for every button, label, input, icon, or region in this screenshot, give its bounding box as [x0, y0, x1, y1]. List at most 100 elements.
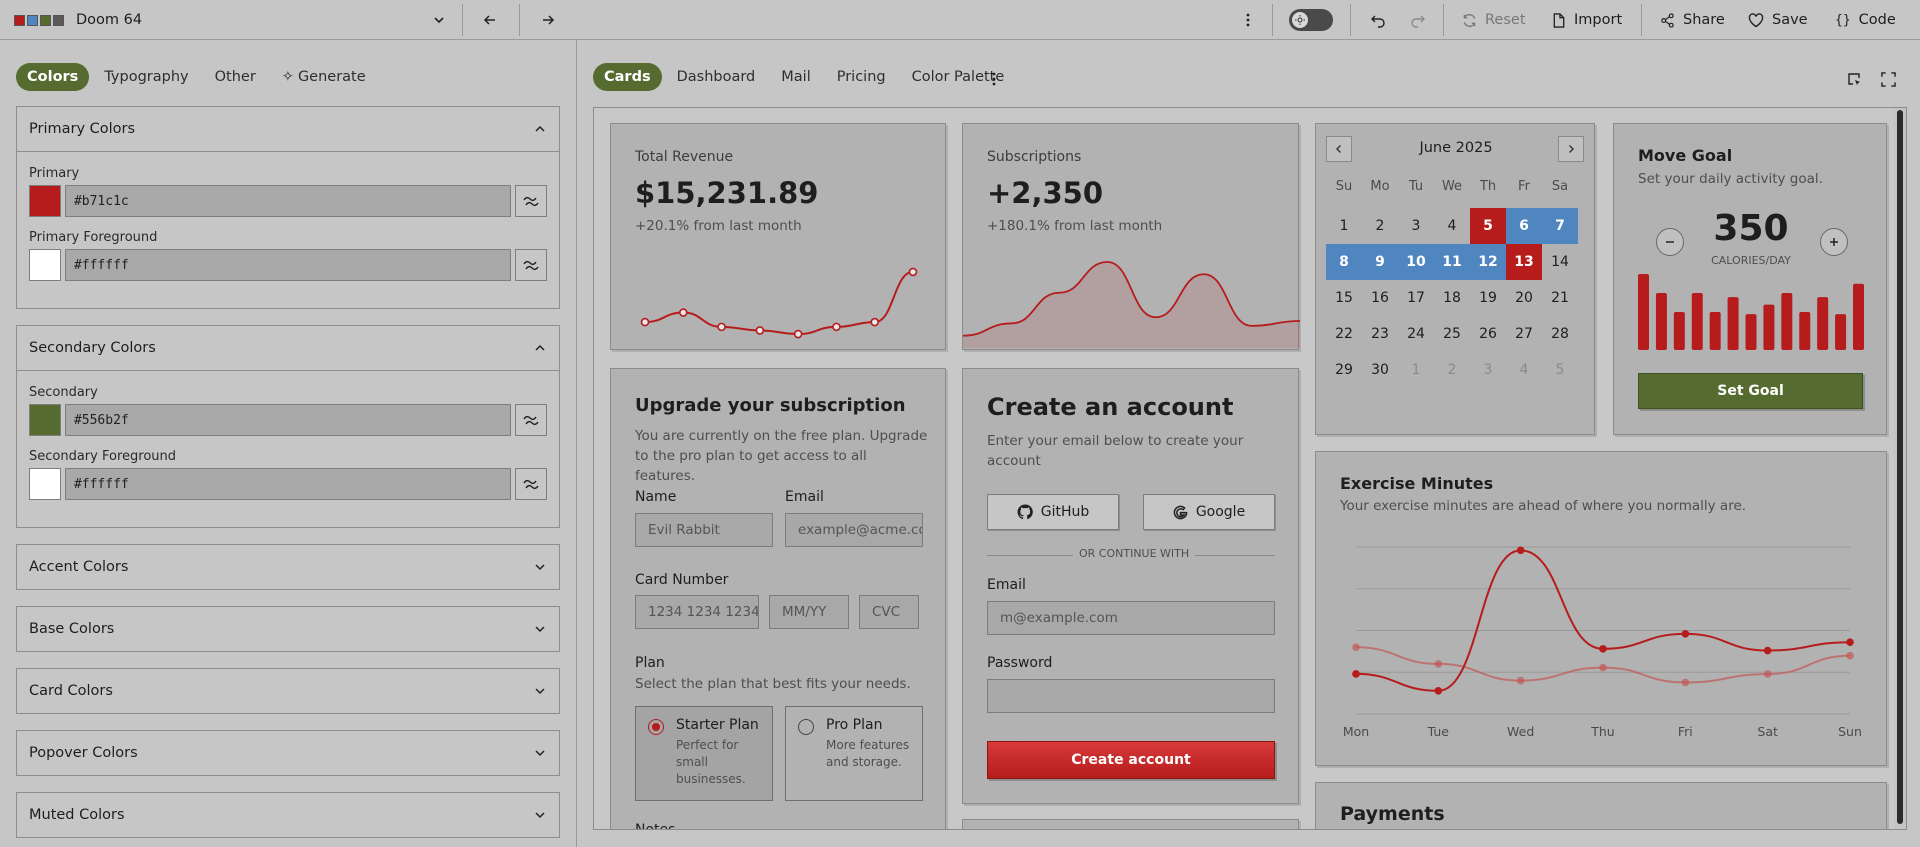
- calendar-day[interactable]: 12: [1470, 244, 1506, 280]
- decrease-goal-button[interactable]: [1656, 228, 1684, 256]
- calendar-day[interactable]: 3: [1398, 208, 1434, 244]
- create-account-button[interactable]: Create account: [987, 741, 1275, 779]
- fullscreen-button[interactable]: [1876, 68, 1900, 90]
- calendar-day[interactable]: 9: [1362, 244, 1398, 280]
- hex-input[interactable]: #556b2f: [64, 404, 512, 436]
- theme-mode-toggle[interactable]: [1289, 9, 1333, 31]
- tailwind-color-button[interactable]: [515, 404, 547, 436]
- theme-selector[interactable]: Doom 64: [14, 0, 446, 40]
- calendar-day[interactable]: 13: [1506, 244, 1542, 280]
- import-button[interactable]: Import: [1552, 0, 1622, 40]
- calendar-day[interactable]: 16: [1362, 280, 1398, 316]
- preview-more-button[interactable]: [984, 68, 1004, 90]
- editor-tab-colors[interactable]: Colors: [16, 63, 90, 91]
- calendar-grid: Su Mo Tu We Th Fr Sa 1 2 3 4 5 6 7 8 9 10 11 12 13 14 15 16 17 1…: [1326, 172, 1578, 388]
- preview-tab-mail[interactable]: Mail: [770, 63, 821, 91]
- forward-button[interactable]: [532, 4, 564, 36]
- calendar-day[interactable]: 20: [1506, 280, 1542, 316]
- calendar-day[interactable]: 4: [1506, 352, 1542, 388]
- color-field-row: #ffffff: [29, 248, 547, 282]
- color-swatch[interactable]: [29, 249, 61, 281]
- calendar-day[interactable]: 7: [1542, 208, 1578, 244]
- calendar-day[interactable]: 4: [1434, 208, 1470, 244]
- calendar-day[interactable]: 23: [1362, 316, 1398, 352]
- cvc-input[interactable]: CVC: [859, 595, 919, 629]
- preview-tabs: Cards Dashboard Mail Pricing Color Palette: [593, 63, 1015, 91]
- color-swatch[interactable]: [29, 468, 61, 500]
- calendar-day[interactable]: 1: [1326, 208, 1362, 244]
- radio-button[interactable]: [648, 719, 664, 735]
- calendar-day[interactable]: 10: [1398, 244, 1434, 280]
- calendar-day[interactable]: 30: [1362, 352, 1398, 388]
- set-goal-button[interactable]: Set Goal: [1638, 373, 1863, 409]
- section-header[interactable]: Muted Colors: [17, 793, 559, 837]
- section-header[interactable]: Accent Colors: [17, 545, 559, 589]
- secondary-colors-header[interactable]: Secondary Colors: [17, 326, 559, 370]
- tailwind-color-button[interactable]: [515, 468, 547, 500]
- calendar-day[interactable]: 25: [1434, 316, 1470, 352]
- calendar-day[interactable]: 29: [1326, 352, 1362, 388]
- inspect-button[interactable]: [1842, 68, 1866, 90]
- name-input[interactable]: Evil Rabbit: [635, 513, 773, 547]
- next-month-button[interactable]: [1558, 136, 1584, 162]
- calendar-day[interactable]: 17: [1398, 280, 1434, 316]
- calendar-day[interactable]: 5: [1542, 352, 1578, 388]
- calendar-day[interactable]: 5: [1470, 208, 1506, 244]
- hex-input[interactable]: #b71c1c: [64, 185, 512, 217]
- scrollbar-thumb[interactable]: [1897, 110, 1903, 824]
- code-button[interactable]: {} Code: [1835, 0, 1896, 40]
- calendar-day[interactable]: 18: [1434, 280, 1470, 316]
- email-input[interactable]: example@acme.com: [785, 513, 923, 547]
- password-input[interactable]: [987, 679, 1275, 713]
- account-email-input[interactable]: m@example.com: [987, 601, 1275, 635]
- save-button[interactable]: Save: [1748, 0, 1808, 40]
- editor-tab-other[interactable]: Other: [204, 63, 267, 91]
- tailwind-color-button[interactable]: [515, 185, 547, 217]
- reset-button[interactable]: Reset: [1462, 0, 1526, 40]
- redo-button[interactable]: [1404, 4, 1432, 36]
- calendar-day[interactable]: 6: [1506, 208, 1542, 244]
- calendar-day[interactable]: 2: [1434, 352, 1470, 388]
- calendar-day[interactable]: 14: [1542, 244, 1578, 280]
- calendar-day[interactable]: 24: [1398, 316, 1434, 352]
- tailwind-color-button[interactable]: [515, 249, 547, 281]
- calendar-day[interactable]: 1: [1398, 352, 1434, 388]
- section-header[interactable]: Base Colors: [17, 607, 559, 651]
- increase-goal-button[interactable]: [1820, 228, 1848, 256]
- calendar-day[interactable]: 2: [1362, 208, 1398, 244]
- undo-button[interactable]: [1364, 4, 1392, 36]
- plan-option-pro-plan[interactable]: Pro Plan More features and storage.: [785, 706, 923, 801]
- calendar-day[interactable]: 15: [1326, 280, 1362, 316]
- calendar-day[interactable]: 28: [1542, 316, 1578, 352]
- share-button[interactable]: Share: [1660, 0, 1725, 40]
- calendar-day[interactable]: 27: [1506, 316, 1542, 352]
- calendar-day[interactable]: 11: [1434, 244, 1470, 280]
- calendar-day[interactable]: 22: [1326, 316, 1362, 352]
- calendar-day[interactable]: 19: [1470, 280, 1506, 316]
- primary-colors-header[interactable]: Primary Colors: [17, 107, 559, 151]
- hex-input[interactable]: #ffffff: [64, 249, 512, 281]
- calendar-day[interactable]: 26: [1470, 316, 1506, 352]
- section-header[interactable]: Popover Colors: [17, 731, 559, 775]
- preview-tab-pricing[interactable]: Pricing: [826, 63, 897, 91]
- hex-input[interactable]: #ffffff: [64, 468, 512, 500]
- back-button[interactable]: [474, 4, 506, 36]
- section-header[interactable]: Card Colors: [17, 669, 559, 713]
- calendar-day[interactable]: 3: [1470, 352, 1506, 388]
- github-button[interactable]: GitHub: [987, 494, 1119, 530]
- more-options-button[interactable]: [1238, 4, 1258, 36]
- preview-scrollbar[interactable]: [1894, 108, 1906, 829]
- calendar-day[interactable]: 21: [1542, 280, 1578, 316]
- card-number-input[interactable]: 1234 1234 1234 1234: [635, 595, 759, 629]
- preview-tab-dashboard[interactable]: Dashboard: [666, 63, 767, 91]
- calendar-day[interactable]: 8: [1326, 244, 1362, 280]
- google-button[interactable]: Google: [1143, 494, 1275, 530]
- plan-option-starter-plan[interactable]: Starter Plan Perfect for small businesses…: [635, 706, 773, 801]
- color-swatch[interactable]: [29, 185, 61, 217]
- editor-tab-typography[interactable]: Typography: [93, 63, 199, 91]
- editor-tab-generate[interactable]: ✧ Generate: [271, 63, 377, 91]
- color-swatch[interactable]: [29, 404, 61, 436]
- preview-tab-cards[interactable]: Cards: [593, 63, 662, 91]
- radio-button[interactable]: [798, 719, 814, 735]
- expiry-input[interactable]: MM/YY: [769, 595, 849, 629]
